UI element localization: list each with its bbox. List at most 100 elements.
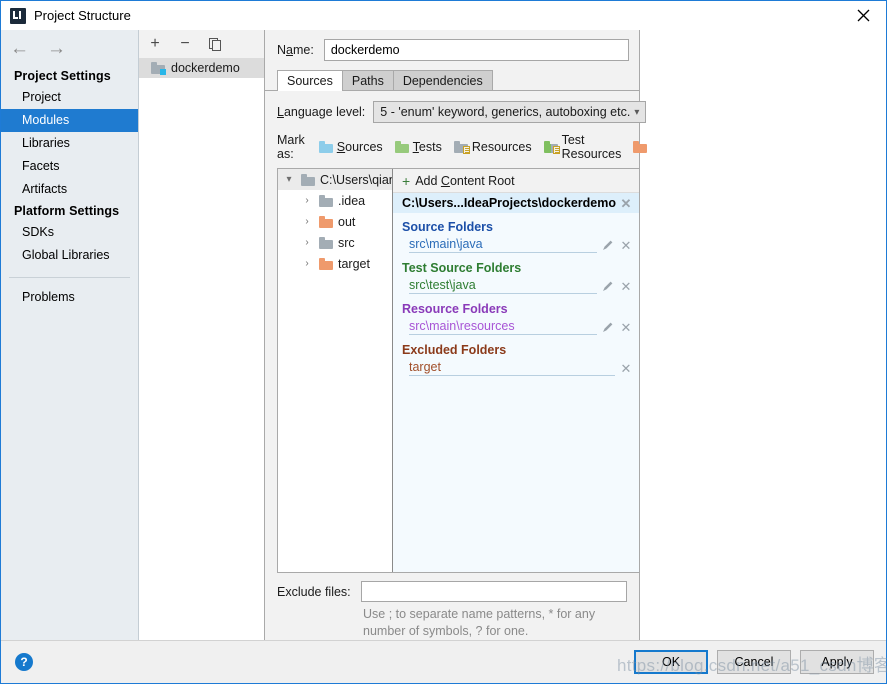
remove-content-root-icon[interactable]: ✕ [619,196,633,210]
modules-list: dockerdemo [139,58,264,640]
ok-button[interactable]: OK [634,650,708,674]
pencil-icon[interactable] [601,279,615,293]
source-folder-path: src\main\java [409,237,597,253]
add-content-root-button[interactable]: + Add Content Root [393,169,639,193]
remove-module-icon[interactable]: − [177,36,193,52]
pencil-icon[interactable] [601,238,615,252]
resource-folder-path: src\main\resources [409,319,597,335]
settings-sidebar: ← → Project Settings Project Modules Lib… [1,30,139,640]
module-name-row: Name: [265,30,639,69]
list-item[interactable]: src\main\resources ✕ [393,318,639,336]
window-title: Project Structure [34,8,131,23]
chevron-right-icon[interactable]: › [300,195,314,206]
sidebar-item-problems[interactable]: Problems [1,286,138,309]
intellij-idea-icon [10,7,26,24]
table-row[interactable]: › src [278,232,392,253]
mark-as-test-resources-button[interactable]: Test Resources [543,133,622,161]
module-name-input[interactable] [323,39,629,61]
chevron-down-icon[interactable]: ▾ [282,174,296,185]
mark-as-tests-label: Tests [412,140,442,154]
sidebar-item-project[interactable]: Project [1,86,138,109]
exclude-files-row: Exclude files: [277,581,627,602]
blue-folder-icon [318,141,333,153]
tree-node-label: src [338,235,355,250]
content-root-header: C:\Users...IdeaProjects\dockerdemo ✕ [393,193,639,213]
tree-node-label: C:\Users\qiang.wang3\IdeaProjects\docker… [320,172,392,187]
chevron-right-icon[interactable]: › [300,258,314,269]
language-level-select[interactable]: 5 - 'enum' keyword, generics, autoboxing… [373,101,647,123]
language-level-value: 5 - 'enum' keyword, generics, autoboxing… [380,105,631,119]
test-source-folders-title: Test Source Folders [402,261,522,275]
content-root-tree: ▾ C:\Users\qiang.wang3\IdeaProjects\dock… [278,169,392,572]
sidebar-item-facets[interactable]: Facets [1,155,138,178]
sidebar-item-sdks[interactable]: SDKs [1,221,138,244]
dialog-footer: ? OK Cancel Apply [1,640,886,683]
language-level-label: Language level: [277,105,366,119]
help-icon[interactable]: ? [15,653,33,671]
modules-toolbar: + − [139,30,264,58]
tab-dependencies[interactable]: Dependencies [392,70,493,90]
remove-excluded-folder-icon[interactable]: ✕ [619,361,633,375]
nav-arrows: ← → [1,30,138,66]
sidebar-item-modules[interactable]: Modules [1,109,138,132]
chevron-right-icon[interactable]: › [300,216,314,227]
source-folders-title: Source Folders [402,220,493,234]
back-arrow-icon[interactable]: ← [10,39,29,58]
forward-arrow-icon[interactable]: → [47,39,66,58]
sidebar-divider [9,277,130,278]
tree-node-label: .idea [338,193,366,208]
pencil-icon[interactable] [601,320,615,334]
mark-as-sources-button[interactable]: Sources [318,140,383,154]
mark-as-label: Mark as: [277,133,305,161]
folder-sections: Source Folders src\main\java ✕ Test Sour… [393,213,639,572]
modules-column: + − dockerdemo [139,30,265,640]
name-label: Name: [277,43,314,57]
tree-node-label: out [338,214,356,229]
project-structure-dialog: Project Structure ← → Project Settings P… [0,0,887,684]
table-row[interactable]: › .idea [278,190,392,211]
table-row[interactable]: ▾ C:\Users\qiang.wang3\IdeaProjects\dock… [278,169,392,190]
tab-paths[interactable]: Paths [341,70,394,90]
sidebar-item-global-libraries[interactable]: Global Libraries [1,244,138,267]
add-content-root-label: Add Content Root [415,173,515,188]
sources-split-pane: ▾ C:\Users\qiang.wang3\IdeaProjects\dock… [277,168,639,573]
excluded-folder-path: target [409,360,615,376]
language-level-row: Language level: 5 - 'enum' keyword, gene… [265,91,647,131]
mark-as-test-resources-label: Test Resources [561,133,622,161]
green-folder-icon [394,141,409,153]
add-module-icon[interactable]: + [147,36,163,52]
dialog-body: ← → Project Settings Project Modules Lib… [1,30,886,640]
gray-folder-icon [301,173,315,186]
test-source-folder-path: src\test\java [409,278,597,294]
remove-source-folder-icon[interactable]: ✕ [619,238,633,252]
list-item[interactable]: dockerdemo [139,58,264,78]
module-editor-panel: Name: Sources Paths Dependencies Languag… [265,30,703,640]
cancel-button[interactable]: Cancel [717,650,791,674]
module-tabs: Sources Paths Dependencies [265,69,639,91]
sidebar-item-libraries[interactable]: Libraries [1,132,138,155]
apply-button[interactable]: Apply [800,650,874,674]
list-item[interactable]: src\main\java ✕ [393,236,639,254]
chevron-right-icon[interactable]: › [300,237,314,248]
exclude-files-hint-line1: Use ; to separate name patterns, * for a… [363,607,596,621]
mark-as-tests-button[interactable]: Tests [394,140,442,154]
sidebar-group-project-settings: Project Settings [14,69,111,83]
module-name: dockerdemo [171,61,240,75]
table-row[interactable]: › out [278,211,392,232]
exclude-files-input[interactable] [360,581,627,602]
close-icon[interactable] [840,1,886,30]
sidebar-item-artifacts[interactable]: Artifacts [1,178,138,201]
mark-as-row: Mark as: Sources Tests Resources Test Re… [265,131,703,168]
exclude-files-block: Exclude files: Use ; to separate name pa… [265,573,639,640]
remove-resource-folder-icon[interactable]: ✕ [619,320,633,334]
table-row[interactable]: › target [278,253,392,274]
gray-folder-icon [319,236,333,249]
list-item[interactable]: target ✕ [393,359,639,377]
exclude-files-hint-line2: number of symbols, ? for one. [363,624,529,638]
remove-test-source-folder-icon[interactable]: ✕ [619,279,633,293]
copy-module-icon[interactable] [207,36,223,52]
list-item[interactable]: src\test\java ✕ [393,277,639,295]
tab-sources[interactable]: Sources [277,70,343,91]
exclude-files-label: Exclude files: [277,584,351,599]
mark-as-resources-button[interactable]: Resources [453,140,532,154]
